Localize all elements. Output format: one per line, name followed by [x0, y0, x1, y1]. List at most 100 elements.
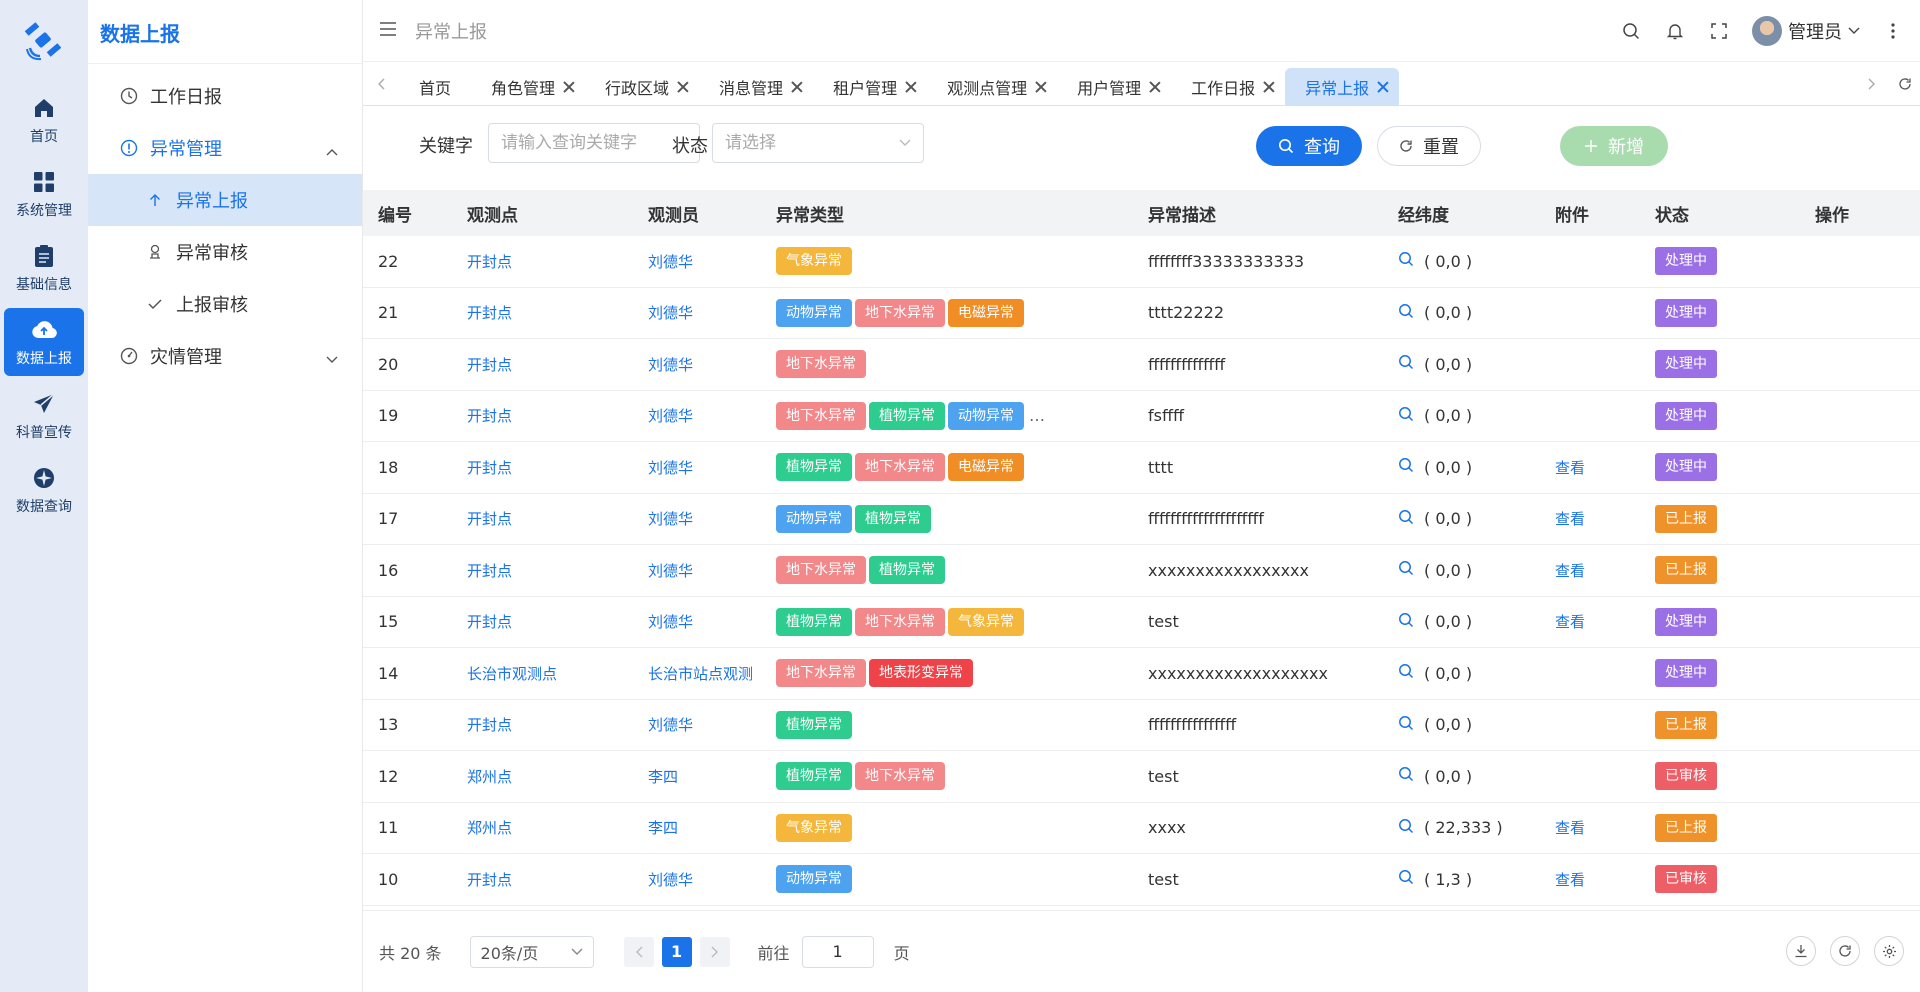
search-icon[interactable] [1620, 20, 1642, 42]
cell-point-link[interactable]: 长治市观测点 [463, 663, 648, 684]
locate-search-icon[interactable] [1398, 354, 1414, 374]
locate-search-icon[interactable] [1398, 509, 1414, 529]
close-icon[interactable] [1377, 81, 1389, 93]
tab-scroll-left-icon[interactable] [363, 78, 399, 90]
tab-6[interactable]: 用户管理 [1057, 68, 1171, 106]
query-button[interactable]: 查询 [1256, 126, 1362, 166]
view-attachment-link[interactable]: 查看 [1555, 819, 1585, 837]
bell-icon[interactable] [1664, 20, 1686, 42]
tab-2[interactable]: 行政区域 [585, 68, 699, 106]
close-icon[interactable] [1149, 81, 1161, 93]
settings-gear-icon[interactable] [1874, 936, 1904, 966]
next-page-button[interactable] [699, 936, 730, 967]
prev-page-button[interactable] [623, 936, 654, 967]
add-button[interactable]: 新增 [1560, 126, 1668, 166]
cell-point-link[interactable]: 开封点 [463, 457, 648, 478]
locate-search-icon[interactable] [1398, 303, 1414, 323]
menu-group-disaster-management[interactable]: 灾情管理 [88, 330, 362, 382]
cell-observer-link[interactable]: 刘德华 [648, 611, 776, 632]
tab-7[interactable]: 工作日报 [1171, 68, 1285, 106]
tab-4[interactable]: 租户管理 [813, 68, 927, 106]
tab-5[interactable]: 观测点管理 [927, 68, 1057, 106]
close-icon[interactable] [1263, 81, 1275, 93]
close-icon[interactable] [791, 81, 803, 93]
locate-search-icon[interactable] [1398, 560, 1414, 580]
cell-observer-link[interactable]: 李四 [648, 817, 776, 838]
tab-3[interactable]: 消息管理 [699, 68, 813, 106]
close-icon[interactable] [1035, 81, 1047, 93]
status-select[interactable]: 请选择 [712, 123, 924, 163]
cell-observer-link[interactable]: 刘德华 [648, 457, 776, 478]
cell-observer-link[interactable]: 刘德华 [648, 354, 776, 375]
view-attachment-link[interactable]: 查看 [1555, 510, 1585, 528]
cell-point-link[interactable]: 开封点 [463, 354, 648, 375]
locate-search-icon[interactable] [1398, 766, 1414, 786]
refresh-icon[interactable] [1830, 936, 1860, 966]
user-menu[interactable]: 管理员 [1752, 16, 1860, 46]
status-badge: 处理中 [1655, 247, 1717, 276]
cell-observer-link[interactable]: 长治市站点观测 [648, 663, 776, 684]
cell-observer-link[interactable]: 刘德华 [648, 508, 776, 529]
cell-observer-link[interactable]: 刘德华 [648, 405, 776, 426]
close-icon[interactable] [905, 81, 917, 93]
locate-search-icon[interactable] [1398, 715, 1414, 735]
goto-page-input[interactable]: 1 [801, 935, 874, 968]
cell-observer-link[interactable]: 刘德华 [648, 302, 776, 323]
view-attachment-link[interactable]: 查看 [1555, 562, 1585, 580]
menu-group-anomaly-management[interactable]: 异常管理 [88, 122, 362, 174]
cell-point-link[interactable]: 郑州点 [463, 766, 648, 787]
menu-item-report-audit[interactable]: 上报审核 [88, 278, 362, 330]
cell-point-link[interactable]: 开封点 [463, 508, 648, 529]
cell-observer-link[interactable]: 刘德华 [648, 714, 776, 735]
cell-point-link[interactable]: 开封点 [463, 302, 648, 323]
menu-item-anomaly-audit[interactable]: 异常审核 [88, 226, 362, 278]
locate-search-icon[interactable] [1398, 818, 1414, 838]
menu-item-work-report[interactable]: 工作日报 [88, 70, 362, 122]
cell-point-link[interactable]: 开封点 [463, 560, 648, 581]
tab-8[interactable]: 异常上报 [1285, 67, 1400, 106]
cell-point-link[interactable]: 开封点 [463, 714, 648, 735]
cell-latlng: ( 0,0 ) [1398, 354, 1555, 374]
menu-item-anomaly-report[interactable]: 异常上报 [88, 174, 362, 226]
fullscreen-icon[interactable] [1708, 20, 1730, 42]
page-size-select[interactable]: 20条/页 [469, 935, 594, 968]
menu-toggle-icon[interactable] [379, 21, 401, 40]
reset-button[interactable]: 重置 [1377, 126, 1481, 166]
cell-observer-link[interactable]: 刘德华 [648, 560, 776, 581]
locate-search-icon[interactable] [1398, 457, 1414, 477]
view-attachment-link[interactable]: 查看 [1555, 871, 1585, 889]
locate-search-icon[interactable] [1398, 869, 1414, 889]
rail-item-home[interactable]: 首页 [4, 86, 84, 154]
tab-0[interactable]: 首页 [399, 68, 471, 106]
rail-item-compass[interactable]: 数据查询 [4, 456, 84, 524]
locate-search-icon[interactable] [1398, 251, 1414, 271]
cell-observer-link[interactable]: 李四 [648, 766, 776, 787]
keyword-input[interactable]: 请输入查询关键字 [488, 123, 700, 163]
cell-types: 气象异常 [776, 247, 1148, 276]
download-icon[interactable] [1786, 936, 1816, 966]
locate-search-icon[interactable] [1398, 406, 1414, 426]
tab-scroll-right-icon[interactable] [1854, 78, 1890, 90]
locate-search-icon[interactable] [1398, 663, 1414, 683]
cell-point-link[interactable]: 开封点 [463, 869, 648, 890]
cell-point-link[interactable]: 开封点 [463, 251, 648, 272]
close-icon[interactable] [563, 81, 575, 93]
cell-latlng: ( 1,3 ) [1398, 869, 1555, 889]
tab-1[interactable]: 角色管理 [471, 68, 585, 106]
cell-point-link[interactable]: 开封点 [463, 405, 648, 426]
close-icon[interactable] [677, 81, 689, 93]
refresh-icon[interactable] [1890, 77, 1920, 91]
page-number-current[interactable]: 1 [661, 936, 692, 967]
locate-search-icon[interactable] [1398, 612, 1414, 632]
cell-observer-link[interactable]: 刘德华 [648, 251, 776, 272]
rail-item-grid[interactable]: 系统管理 [4, 160, 84, 228]
view-attachment-link[interactable]: 查看 [1555, 459, 1585, 477]
rail-item-paper-plane[interactable]: 科普宣传 [4, 382, 84, 450]
more-vertical-icon[interactable] [1882, 20, 1904, 42]
rail-item-clipboard[interactable]: 基础信息 [4, 234, 84, 302]
rail-item-cloud-upload[interactable]: 数据上报 [4, 308, 84, 376]
cell-point-link[interactable]: 郑州点 [463, 817, 648, 838]
cell-point-link[interactable]: 开封点 [463, 611, 648, 632]
view-attachment-link[interactable]: 查看 [1555, 613, 1585, 631]
cell-observer-link[interactable]: 刘德华 [648, 869, 776, 890]
